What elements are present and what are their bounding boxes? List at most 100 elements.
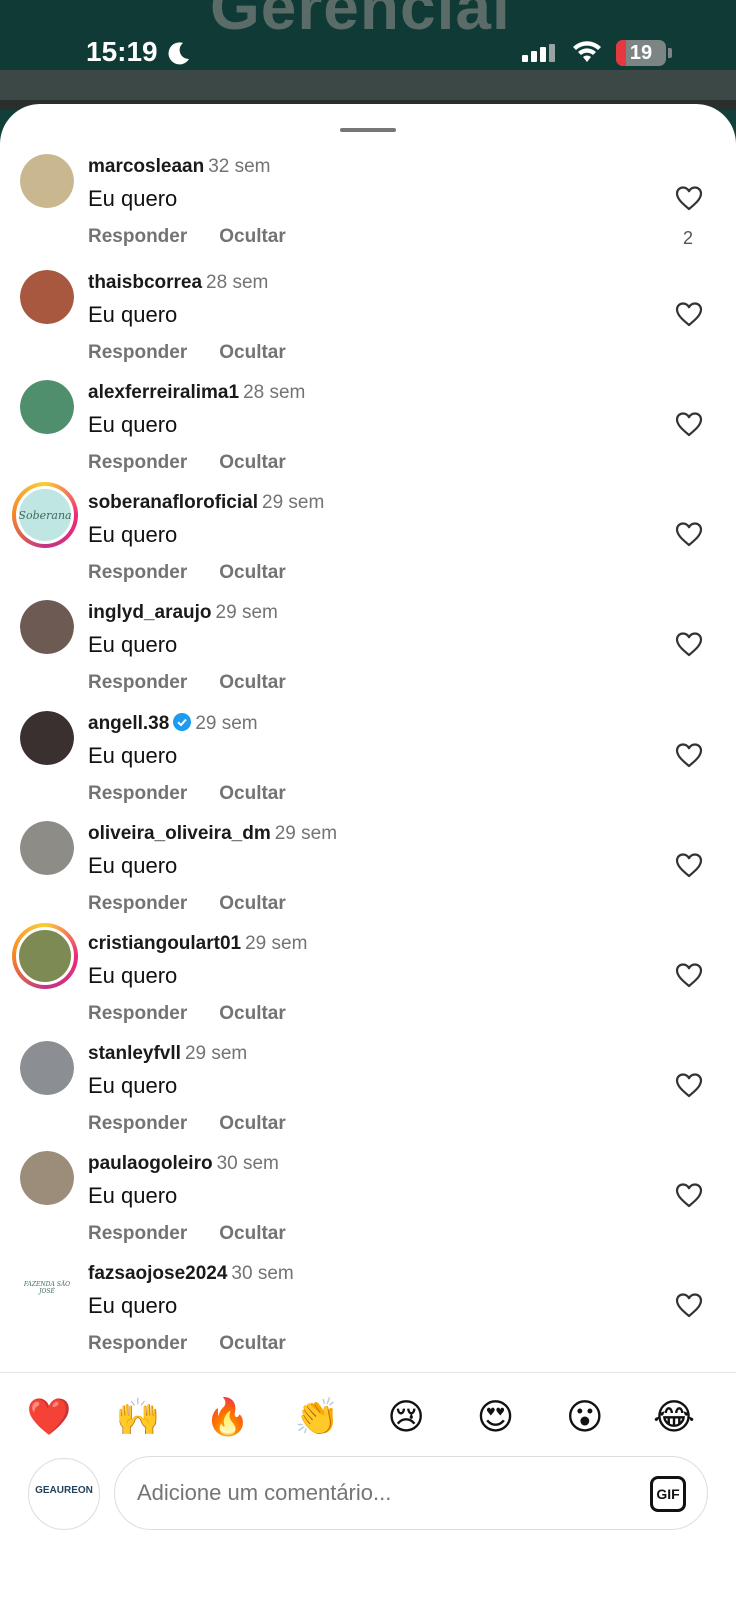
status-time: 15:19 bbox=[86, 36, 158, 67]
comment-header: alexferreiralima1 28 sem bbox=[88, 382, 305, 404]
hide-button[interactable]: Ocultar bbox=[219, 1003, 286, 1024]
reply-button[interactable]: Responder bbox=[88, 562, 187, 583]
verified-badge-icon bbox=[173, 713, 192, 731]
reply-button[interactable]: Responder bbox=[88, 783, 187, 804]
username[interactable]: inglyd_araujo bbox=[88, 602, 212, 623]
composer-avatar-label: GEAUREON bbox=[35, 1485, 93, 1496]
avatar[interactable] bbox=[20, 821, 74, 875]
heart-icon[interactable] bbox=[674, 520, 704, 548]
avatar[interactable]: FAZENDA SÃO JOSÉ bbox=[20, 1261, 74, 1315]
comment-time: 29 sem bbox=[195, 713, 258, 734]
emoji-button[interactable]: 😢 bbox=[383, 1394, 429, 1440]
comment-time: 28 sem bbox=[243, 382, 306, 403]
status-bar: 15:19 19 bbox=[0, 30, 736, 80]
comment-header: inglyd_araujo 29 sem bbox=[88, 602, 278, 624]
hide-button[interactable]: Ocultar bbox=[219, 1113, 286, 1134]
username[interactable]: soberanafloroficial bbox=[88, 492, 258, 513]
avatar[interactable]: Soberana bbox=[12, 482, 78, 548]
comments-list[interactable]: marcosleaan 32 sem Eu quero Responder Oculta… bbox=[0, 104, 736, 1372]
comment-header: thaisbcorrea 28 sem bbox=[88, 272, 268, 294]
comment-text: Eu quero bbox=[88, 522, 178, 547]
comment-header: cristiangoulart01 29 sem bbox=[88, 933, 307, 955]
comment-text: Eu quero bbox=[88, 1293, 178, 1318]
avatar[interactable] bbox=[20, 1151, 74, 1205]
avatar-image bbox=[20, 600, 74, 654]
comment-actions: Responder Ocultar bbox=[88, 1003, 318, 1025]
reply-button[interactable]: Responder bbox=[88, 1113, 187, 1134]
emoji-button[interactable]: 🙌 bbox=[115, 1394, 161, 1440]
comment-actions: Responder Ocultar bbox=[88, 452, 318, 474]
reply-button[interactable]: Responder bbox=[88, 1333, 187, 1354]
hide-button[interactable]: Ocultar bbox=[219, 1333, 286, 1354]
avatar[interactable] bbox=[20, 270, 74, 324]
comment-header: fazsaojose2024 30 sem bbox=[88, 1263, 294, 1285]
comment-input[interactable] bbox=[114, 1456, 708, 1530]
reply-button[interactable]: Responder bbox=[88, 342, 187, 363]
username[interactable]: paulaogoleiro bbox=[88, 1153, 213, 1174]
comment-row: oliveira_oliveira_dm 29 sem Eu quero Respon… bbox=[0, 811, 736, 923]
comment-time: 29 sem bbox=[262, 492, 325, 513]
heart-icon[interactable] bbox=[674, 961, 704, 989]
hide-button[interactable]: Ocultar bbox=[219, 783, 286, 804]
comment-text: Eu quero bbox=[88, 963, 178, 988]
heart-icon[interactable] bbox=[674, 300, 704, 328]
avatar[interactable] bbox=[20, 600, 74, 654]
username[interactable]: alexferreiralima1 bbox=[88, 382, 239, 403]
avatar-image bbox=[16, 927, 74, 985]
heart-icon[interactable] bbox=[674, 741, 704, 769]
hide-button[interactable]: Ocultar bbox=[219, 672, 286, 693]
reply-button[interactable]: Responder bbox=[88, 226, 187, 247]
username[interactable]: marcosleaan bbox=[88, 156, 204, 177]
username[interactable]: angell.38 bbox=[88, 713, 169, 734]
hide-button[interactable]: Ocultar bbox=[219, 226, 286, 247]
username[interactable]: cristiangoulart01 bbox=[88, 933, 241, 954]
comment-text: Eu quero bbox=[88, 632, 178, 657]
reply-button[interactable]: Responder bbox=[88, 1223, 187, 1244]
hide-button[interactable]: Ocultar bbox=[219, 452, 286, 473]
hide-button[interactable]: Ocultar bbox=[219, 1223, 286, 1244]
avatar[interactable] bbox=[20, 380, 74, 434]
composer-avatar: GEAUREON bbox=[28, 1458, 100, 1530]
hide-button[interactable]: Ocultar bbox=[219, 342, 286, 363]
wifi-icon bbox=[573, 41, 601, 62]
composer-divider bbox=[0, 1372, 736, 1373]
emoji-button[interactable]: 👏 bbox=[294, 1394, 340, 1440]
heart-icon[interactable] bbox=[674, 1071, 704, 1099]
reply-button[interactable]: Responder bbox=[88, 893, 187, 914]
heart-icon[interactable] bbox=[674, 630, 704, 658]
avatar-image bbox=[20, 821, 74, 875]
username[interactable]: stanleyfvll bbox=[88, 1043, 181, 1064]
heart-icon[interactable] bbox=[674, 851, 704, 879]
comment-row: angell.38 29 sem Eu quero Responder Ocultar bbox=[0, 701, 736, 813]
battery-level: 19 bbox=[629, 42, 653, 64]
emoji-button[interactable]: 🔥 bbox=[205, 1394, 251, 1440]
reply-button[interactable]: Responder bbox=[88, 452, 187, 473]
username[interactable]: oliveira_oliveira_dm bbox=[88, 823, 271, 844]
heart-icon[interactable] bbox=[674, 1291, 704, 1319]
comment-text: Eu quero bbox=[88, 1073, 178, 1098]
like-count: 2 bbox=[682, 228, 693, 248]
username[interactable]: fazsaojose2024 bbox=[88, 1263, 227, 1284]
gif-button[interactable]: GIF bbox=[650, 1476, 686, 1512]
hide-button[interactable]: Ocultar bbox=[219, 562, 286, 583]
emoji-button[interactable]: 😍 bbox=[473, 1394, 519, 1440]
reply-button[interactable]: Responder bbox=[88, 1003, 187, 1024]
emoji-button[interactable]: 😮 bbox=[562, 1394, 608, 1440]
heart-icon[interactable] bbox=[674, 1181, 704, 1209]
heart-icon[interactable] bbox=[674, 410, 704, 438]
reply-button[interactable]: Responder bbox=[88, 672, 187, 693]
avatar[interactable] bbox=[20, 154, 74, 208]
avatar[interactable] bbox=[12, 923, 78, 989]
comment-header: soberanafloroficial 29 sem bbox=[88, 492, 324, 514]
heart-icon[interactable] bbox=[674, 184, 704, 212]
emoji-button[interactable]: 😂 bbox=[651, 1394, 697, 1440]
hide-button[interactable]: Ocultar bbox=[219, 893, 286, 914]
username[interactable]: thaisbcorrea bbox=[88, 272, 202, 293]
emoji-button[interactable]: ❤️ bbox=[26, 1394, 72, 1440]
avatar[interactable] bbox=[20, 711, 74, 765]
avatar-image bbox=[20, 1151, 74, 1205]
comment-time: 30 sem bbox=[231, 1263, 294, 1284]
comment-row: thaisbcorrea 28 sem Eu quero Responder Ocult… bbox=[0, 260, 736, 372]
avatar[interactable] bbox=[20, 1041, 74, 1095]
comment-text: Eu quero bbox=[88, 412, 178, 437]
